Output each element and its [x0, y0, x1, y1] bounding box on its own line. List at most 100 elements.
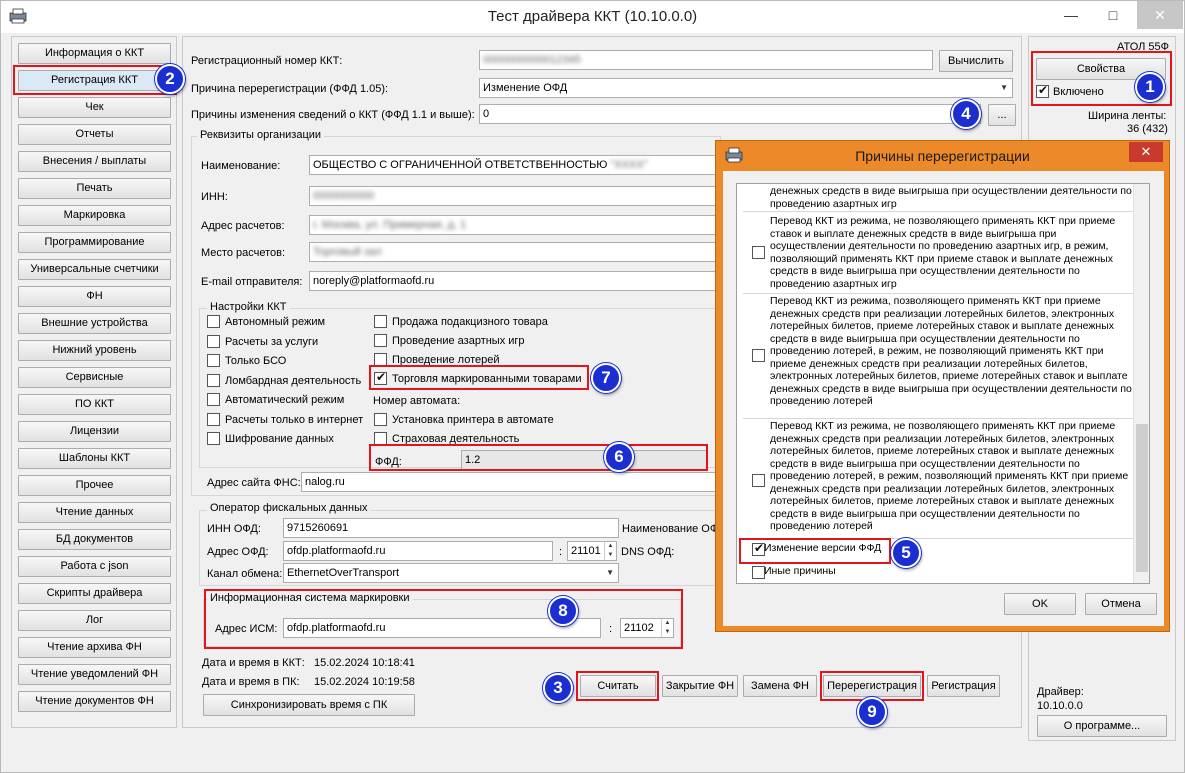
setting-checkbox[interactable] — [374, 353, 387, 366]
registration-button[interactable]: Регистрация — [927, 675, 1000, 697]
reason-item[interactable]: Перевод ККТ из режима, не позволяющего п… — [737, 214, 1135, 294]
read-button[interactable]: Считать — [580, 675, 656, 697]
setting-checkbox[interactable] — [374, 370, 387, 385]
about-button[interactable]: О программе... — [1037, 715, 1167, 737]
reason-item[interactable]: Иные причины — [737, 562, 1135, 582]
nav-item-20[interactable]: Скрипты драйвера — [18, 583, 171, 604]
nav-item-23[interactable]: Чтение уведомлений ФН — [18, 664, 171, 685]
close-fn-button[interactable]: Закрытие ФН — [662, 675, 738, 697]
sync-time-button[interactable]: Синхронизировать время с ПК — [203, 694, 415, 716]
ofd-addr-input[interactable]: ofdp.platformaofd.ru — [283, 541, 553, 561]
change-input[interactable]: 0 — [479, 104, 981, 124]
step-badge-8: 8 — [548, 596, 578, 626]
reason-select[interactable]: Изменение ОФД — [479, 78, 1013, 98]
ism-group-title: Информационная система маркировки — [207, 592, 413, 604]
nav-item-1[interactable]: Регистрация ККТ — [18, 70, 171, 91]
dialog-close-button[interactable]: ✕ — [1129, 142, 1163, 162]
nav-item-22[interactable]: Чтение архива ФН — [18, 637, 171, 658]
email-input[interactable]: noreply@platformaofd.ru — [309, 271, 719, 291]
minimize-button[interactable]: — — [1051, 1, 1091, 29]
place-input[interactable]: Торговый зал — [309, 242, 719, 262]
setting-checkbox[interactable] — [374, 334, 387, 347]
maximize-button[interactable]: □ — [1093, 1, 1133, 29]
reg-num-input[interactable]: 0000000000012345 — [479, 50, 933, 70]
setting-checkbox[interactable] — [207, 315, 220, 328]
nav-item-12[interactable]: Сервисные — [18, 367, 171, 388]
title-bar: Тест драйвера ККТ (10.10.0.0) — □ ✕ — [1, 1, 1184, 33]
ofd-port-input[interactable]: 21101 ▲ ▼ — [567, 541, 617, 561]
more-button[interactable]: ... — [988, 104, 1016, 126]
model-label: АТОЛ 55Ф — [1117, 41, 1170, 53]
inn-input[interactable]: 0000000000 — [309, 186, 719, 206]
setting-checkbox[interactable] — [374, 315, 387, 328]
setting-checkbox[interactable] — [207, 393, 220, 406]
setting-checkbox[interactable] — [207, 432, 220, 445]
ffd-select[interactable]: 1.2 — [461, 450, 707, 470]
setting-label: Автономный режим — [225, 316, 326, 328]
reasons-list[interactable]: денежных средств в виде выигрыша при осу… — [736, 183, 1150, 584]
close-button[interactable]: ✕ — [1137, 1, 1183, 29]
nav-item-4[interactable]: Внесения / выплаты — [18, 151, 171, 172]
nav-item-15[interactable]: Шаблоны ККТ — [18, 448, 171, 469]
main-window: Тест драйвера ККТ (10.10.0.0) — □ ✕ Инфо… — [0, 0, 1185, 773]
spinner-arrows-icon[interactable]: ▲ ▼ — [661, 619, 673, 637]
reason-item[interactable]: Изменение версии ФФД — [737, 539, 1135, 559]
reason-checkbox[interactable] — [752, 474, 765, 487]
setting-checkbox[interactable] — [207, 373, 220, 387]
setting-label: Автоматический режим — [225, 394, 345, 406]
setting-checkbox[interactable] — [207, 354, 220, 367]
addr-input[interactable]: г. Москва, ул. Примерная, д. 1 — [309, 215, 719, 235]
setting-checkbox[interactable] — [374, 413, 387, 426]
nav-item-5[interactable]: Печать — [18, 178, 171, 199]
setting-checkbox[interactable] — [374, 432, 387, 445]
nav-item-11[interactable]: Нижний уровень — [18, 340, 171, 361]
fns-input[interactable]: nalog.ru — [301, 472, 719, 492]
nav-item-19[interactable]: Работа с json — [18, 556, 171, 577]
divider — [743, 211, 1133, 212]
reason-item[interactable]: Перевод ККТ из режима, не позволяющего п… — [737, 419, 1135, 539]
setting-checkbox[interactable] — [207, 334, 220, 348]
reason-checkbox[interactable] — [752, 349, 765, 362]
setting-label: Ломбардная деятельность — [225, 374, 362, 387]
setting-checkbox[interactable] — [207, 412, 220, 426]
nav-item-0[interactable]: Информация о ККТ — [18, 43, 171, 64]
nav-item-24[interactable]: Чтение документов ФН — [18, 691, 171, 712]
pc-dt-label: Дата и время в ПК: — [202, 676, 300, 688]
scrollbar-thumb[interactable] — [1136, 424, 1148, 572]
reregistration-button[interactable]: Перерегистрация — [823, 675, 921, 697]
ofd-group-title: Оператор фискальных данных — [207, 502, 371, 514]
setting-label: Расчеты только в интернет — [225, 413, 364, 426]
nav-item-7[interactable]: Программирование — [18, 232, 171, 253]
nav-item-9[interactable]: ФН — [18, 286, 171, 307]
nav-item-10[interactable]: Внешние устройства — [18, 313, 171, 334]
reason-checkbox[interactable] — [752, 246, 765, 259]
ofd-port-value: 21101 — [571, 545, 601, 557]
ism-port-input[interactable]: 21102 ▲ ▼ — [620, 618, 674, 638]
nav-item-2[interactable]: Чек — [18, 97, 171, 118]
replace-fn-button[interactable]: Замена ФН — [743, 675, 817, 697]
nav-item-8[interactable]: Универсальные счетчики — [18, 259, 171, 280]
nav-item-13[interactable]: ПО ККТ — [18, 394, 171, 415]
name-value: ОБЩЕСТВО С ОГРАНИЧЕННОЙ ОТВЕТСТВЕННОСТЬЮ — [313, 159, 608, 171]
ok-button[interactable]: OK — [1004, 593, 1076, 615]
channel-select[interactable]: EthernetOverTransport — [283, 563, 619, 583]
email-label: E-mail отправителя: — [201, 276, 303, 288]
nav-item-17[interactable]: Чтение данных — [18, 502, 171, 523]
calc-button[interactable]: Вычислить — [939, 50, 1013, 72]
nav-item-14[interactable]: Лицензии — [18, 421, 171, 442]
ofd-inn-input[interactable]: 9715260691 — [283, 518, 619, 538]
spinner-arrows-icon[interactable]: ▲ ▼ — [604, 542, 616, 560]
nav-item-3[interactable]: Отчеты — [18, 124, 171, 145]
enabled-checkbox[interactable] — [1036, 83, 1049, 98]
reg-num-value: 0000000000012345 — [483, 54, 581, 66]
nav-item-6[interactable]: Маркировка — [18, 205, 171, 226]
nav-item-21[interactable]: Лог — [18, 610, 171, 631]
name-input[interactable]: ОБЩЕСТВО С ОГРАНИЧЕННОЙ ОТВЕТСТВЕННОСТЬЮ… — [309, 155, 719, 175]
nav-item-16[interactable]: Прочее — [18, 475, 171, 496]
reason-item[interactable]: Перевод ККТ из режима, позволяющего прим… — [737, 294, 1135, 419]
dialog-title: Причины перерегистрации — [855, 148, 1030, 164]
cancel-button[interactable]: Отмена — [1085, 593, 1157, 615]
scrollbar[interactable] — [1133, 184, 1149, 583]
reason-item[interactable]: денежных средств в виде выигрыша при осу… — [737, 184, 1135, 212]
nav-item-18[interactable]: БД документов — [18, 529, 171, 550]
